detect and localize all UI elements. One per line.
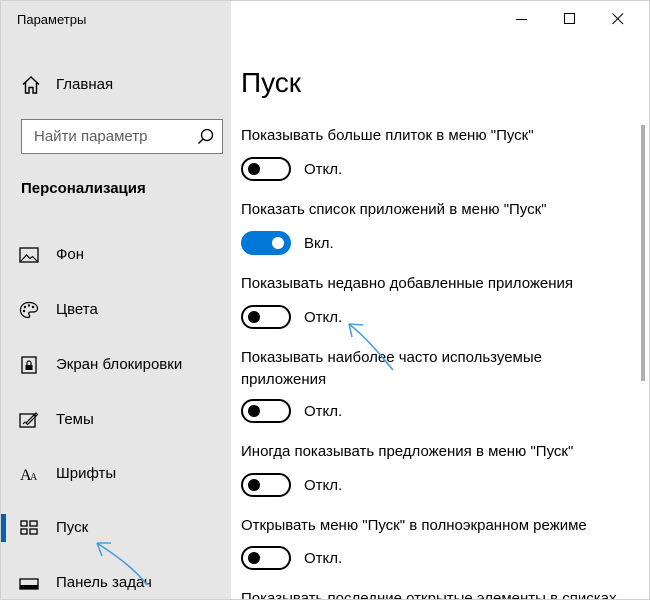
sidebar-item-label: Темы xyxy=(56,411,94,428)
sidebar-item-themes[interactable]: Темы xyxy=(1,400,231,440)
home-icon xyxy=(21,75,41,95)
annotation-arrow-icon xyxy=(96,542,148,586)
toggle-state-app-list: Вкл. xyxy=(304,235,334,252)
page-title: Пуск xyxy=(241,67,302,98)
search-icon[interactable] xyxy=(197,128,214,145)
setting-label-more-tiles: Показывать больше плиток в меню "Пуск" xyxy=(241,127,534,144)
picture-icon xyxy=(19,246,39,264)
toggle-knob xyxy=(272,237,284,249)
start-icon xyxy=(19,519,39,537)
sidebar-item-colors[interactable]: Цвета xyxy=(1,290,231,330)
themes-icon xyxy=(19,411,39,429)
taskbar-icon xyxy=(19,574,39,592)
setting-label-fullscreen: Открывать меню "Пуск" в полноэкранном ре… xyxy=(241,517,587,534)
close-button[interactable] xyxy=(595,1,641,37)
toggle-fullscreen[interactable] xyxy=(241,546,291,570)
toggle-more-tiles[interactable] xyxy=(241,157,291,181)
setting-label-app-list: Показать список приложений в меню "Пуск" xyxy=(241,201,547,218)
toggle-state-more-tiles: Откл. xyxy=(304,161,343,178)
setting-label-most-used: Показывать наиболее часто используемые п… xyxy=(241,349,542,388)
toggle-most-used[interactable] xyxy=(241,399,291,423)
toggle-knob xyxy=(248,405,260,417)
search-box[interactable] xyxy=(21,119,223,154)
toggle-knob xyxy=(248,479,260,491)
sidebar-item-label: Цвета xyxy=(56,301,98,318)
setting-label-recently-added: Показывать недавно добавленные приложени… xyxy=(241,275,574,292)
sidebar-item-lock-screen[interactable]: Экран блокировки xyxy=(1,345,231,385)
settings-window: Параметры Главная Персонализация Фон Цв xyxy=(0,0,650,600)
toggle-knob xyxy=(248,163,260,175)
palette-icon xyxy=(19,301,39,319)
lock-screen-icon xyxy=(19,356,39,374)
sidebar: Параметры Главная Персонализация Фон Цв xyxy=(1,1,231,599)
toggle-state-suggestions: Откл. xyxy=(304,477,343,494)
sidebar-item-label: Пуск xyxy=(56,519,89,536)
nav-home-label: Главная xyxy=(56,76,114,93)
maximize-button[interactable] xyxy=(547,1,593,37)
toggle-knob xyxy=(248,552,260,564)
annotation-arrow-icon xyxy=(348,323,394,371)
close-icon xyxy=(612,13,624,25)
minimize-icon xyxy=(516,19,527,20)
sidebar-item-label: Шрифты xyxy=(56,465,117,482)
svg-text:A: A xyxy=(30,472,38,483)
toggle-app-list[interactable] xyxy=(241,231,291,255)
sidebar-item-background[interactable]: Фон xyxy=(1,235,231,275)
maximize-icon xyxy=(564,13,575,24)
toggle-state-fullscreen: Откл. xyxy=(304,550,343,567)
sidebar-item-label: Фон xyxy=(56,246,85,263)
sidebar-item-fonts[interactable]: AA Шрифты xyxy=(1,454,231,494)
fonts-icon: AA xyxy=(19,465,39,484)
search-input[interactable] xyxy=(22,120,192,153)
toggle-suggestions[interactable] xyxy=(241,473,291,497)
setting-label-suggestions: Иногда показывать предложения в меню "Пу… xyxy=(241,443,574,460)
selection-indicator xyxy=(1,514,6,542)
nav-home[interactable]: Главная xyxy=(1,67,231,103)
toggle-knob xyxy=(248,311,260,323)
toggle-state-most-used: Откл. xyxy=(304,403,343,420)
toggle-recently-added[interactable] xyxy=(241,305,291,329)
scrollbar[interactable] xyxy=(641,125,645,381)
section-title: Персонализация xyxy=(21,180,146,197)
setting-label-recent-items: Показывать последние открытые элементы в… xyxy=(241,590,617,600)
minimize-button[interactable] xyxy=(499,1,545,37)
window-title: Параметры xyxy=(17,12,87,27)
sidebar-item-label: Экран блокировки xyxy=(56,356,183,373)
